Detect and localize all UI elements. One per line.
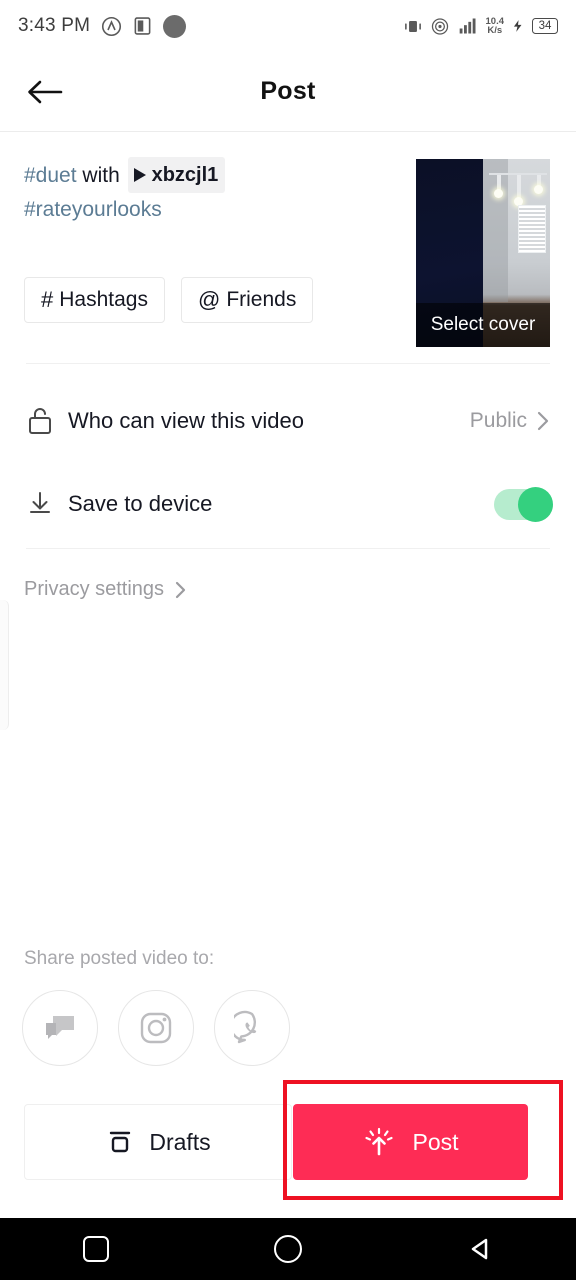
download-icon — [26, 488, 68, 520]
hotspot-icon — [431, 17, 448, 35]
drafts-box-icon — [110, 1131, 131, 1153]
who-can-view-value: Public — [469, 409, 527, 432]
network-speed: 10.4 K/s — [486, 16, 505, 36]
chevron-right-icon — [175, 581, 186, 598]
thumbnail-bulb-3 — [534, 185, 543, 194]
hashtags-button[interactable]: # Hashtags — [24, 277, 165, 323]
back-button[interactable] — [20, 68, 68, 116]
select-cover-label[interactable]: Select cover — [416, 303, 550, 347]
status-bar-left: 3:43 PM — [18, 14, 187, 38]
caption-with-text: with — [76, 164, 126, 187]
hashtags-button-label: Hashtags — [59, 288, 148, 311]
bottom-action-bar: Drafts Post — [0, 1104, 576, 1180]
thumbnail-window-blinds — [518, 205, 546, 253]
play-icon — [133, 168, 146, 182]
post-button[interactable]: Post — [293, 1104, 528, 1180]
app-badge-icon — [134, 17, 151, 35]
save-to-device-control[interactable] — [494, 486, 553, 522]
status-time: 3:43 PM — [18, 15, 91, 36]
caption-hashtag-duet[interactable]: #duet — [24, 164, 77, 187]
android-nav-bar — [0, 1218, 576, 1280]
status-bar-right: 10.4 K/s 34 — [403, 16, 558, 36]
hash-icon: # — [41, 287, 54, 312]
square-recents-icon — [83, 1236, 109, 1262]
privacy-settings-label: Privacy settings — [24, 578, 165, 600]
share-section-title: Share posted video to: — [24, 948, 215, 969]
phone-screen: 3:43 PM 10.4 K/s 34 Post #duet with xbzc… — [0, 0, 576, 1280]
cover-thumbnail[interactable]: Select cover — [416, 159, 550, 347]
who-can-view-value-group[interactable]: Public — [470, 409, 550, 433]
caption-hashtag-rateyourlooks[interactable]: #rateyourlooks — [24, 198, 162, 221]
app-header: Post — [0, 52, 576, 132]
toggle-knob — [518, 486, 553, 522]
mention-username: xbzcjl1 — [151, 164, 219, 186]
divider-top — [26, 363, 550, 364]
whatsapp-share-icon[interactable] — [214, 990, 290, 1066]
friends-button[interactable]: @ Friends — [180, 277, 314, 323]
dot-icon — [163, 14, 187, 38]
thumbnail-lamp-2 — [517, 175, 521, 199]
signal-bars-icon — [459, 18, 475, 34]
tag-buttons: # Hashtags @ Friends — [24, 277, 314, 323]
caption-section: #duet with xbzcjl1 #rateyourlooks # Hash… — [0, 132, 576, 364]
location-icon — [102, 16, 122, 36]
unlock-icon — [26, 405, 68, 437]
caption-input[interactable]: #duet with xbzcjl1 #rateyourlooks — [24, 157, 396, 227]
friends-button-label: Friends — [226, 288, 297, 311]
page-title: Post — [260, 77, 316, 105]
share-targets — [22, 990, 290, 1066]
upload-burst-icon — [365, 1127, 394, 1156]
messages-share-icon[interactable] — [22, 990, 98, 1066]
arrow-left-icon — [28, 80, 63, 103]
post-button-label: Post — [412, 1128, 459, 1155]
vibrate-icon — [404, 20, 421, 32]
nav-recents-button[interactable] — [61, 1218, 131, 1280]
network-speed-unit: K/s — [487, 25, 503, 36]
status-bar: 3:43 PM 10.4 K/s 34 — [0, 0, 576, 52]
divider-bottom — [26, 548, 550, 549]
drafts-button-label: Drafts — [149, 1128, 211, 1155]
battery-icon: 34 — [532, 18, 558, 34]
who-can-view-label: Who can view this video — [68, 408, 304, 433]
thumbnail-wall — [483, 159, 509, 302]
thumbnail-bulb-1 — [494, 189, 503, 198]
at-icon: @ — [197, 287, 221, 312]
charging-bolt-icon — [513, 20, 522, 32]
nav-back-button[interactable] — [445, 1218, 515, 1280]
privacy-settings-link[interactable]: Privacy settings — [24, 578, 187, 601]
circle-home-icon — [274, 1235, 302, 1263]
nav-home-button[interactable] — [253, 1218, 323, 1280]
who-can-view-row[interactable]: Who can view this video Public — [0, 390, 576, 452]
mention-chip[interactable]: xbzcjl1 — [127, 157, 226, 193]
drafts-button[interactable]: Drafts — [24, 1104, 292, 1180]
instagram-share-icon[interactable] — [118, 990, 194, 1066]
save-to-device-toggle[interactable] — [494, 486, 553, 522]
triangle-back-icon — [471, 1238, 488, 1260]
edge-panel-handle[interactable] — [0, 600, 9, 730]
save-to-device-row[interactable]: Save to device — [0, 473, 576, 535]
save-to-device-label: Save to device — [68, 491, 213, 516]
chevron-right-icon — [537, 411, 549, 431]
